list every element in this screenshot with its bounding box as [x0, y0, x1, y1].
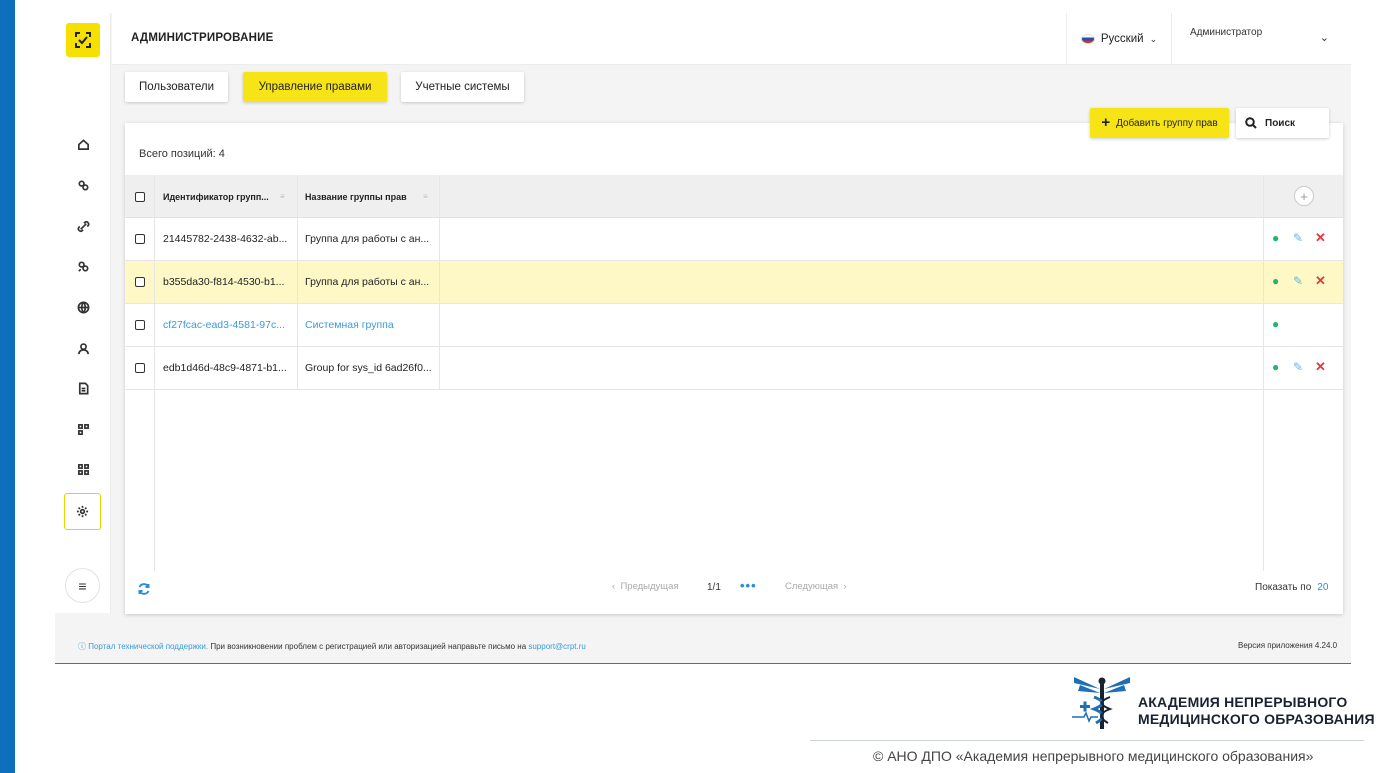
support-email-link[interactable]: support@crpt.ru — [528, 642, 585, 651]
sidebar: ≡ — [55, 13, 111, 613]
nav-globe-icon[interactable] — [73, 297, 93, 317]
user-menu-chevron-icon[interactable]: ⌄ — [1320, 31, 1329, 44]
rights-groups-table-card: Всего позиций: 4 Идентификатор групп... … — [125, 123, 1343, 614]
hamburger-icon: ≡ — [78, 577, 87, 594]
prev-page-button[interactable]: ‹ Предыдущая — [612, 581, 679, 592]
nav-chain-icon[interactable] — [73, 216, 93, 236]
column-divider — [297, 175, 298, 390]
delete-x-icon[interactable]: ✕ — [1315, 273, 1326, 289]
table-header: Идентификатор групп... ≡ Название группы… — [125, 175, 1343, 218]
nav-link-icon[interactable] — [73, 175, 93, 195]
academy-caduceus-logo — [1072, 677, 1130, 729]
group-id-cell[interactable]: cf27fcac-ead3-4581-97c... — [163, 319, 285, 331]
left-accent-strip — [0, 0, 15, 773]
view-eye-icon[interactable]: ● — [1272, 231, 1279, 245]
footer-divider — [55, 663, 1351, 664]
nav-modules-icon[interactable] — [73, 419, 93, 439]
view-eye-icon[interactable]: ● — [1272, 317, 1279, 331]
support-text: При возникновении проблем с регистрацией… — [208, 642, 529, 651]
more-pages-icon[interactable]: ••• — [740, 578, 757, 593]
group-id-cell: b355da30-f814-4530-b1... — [163, 276, 285, 288]
russia-flag-icon — [1080, 34, 1095, 44]
academy-name-line2: МЕДИЦИНСКОГО ОБРАЗОВАНИЯ — [1138, 711, 1375, 727]
group-name-cell: Группа для работы с ан... — [305, 276, 430, 288]
delete-x-icon[interactable]: ✕ — [1315, 230, 1326, 246]
group-name-cell[interactable]: Системная группа — [305, 319, 394, 331]
search-button[interactable]: Поиск — [1236, 108, 1329, 138]
row-checkbox[interactable] — [135, 320, 145, 330]
app-window: ≡ АДМИНИСТРИРОВАНИЕ Русский ⌄ Администра… — [55, 13, 1351, 663]
refresh-icon[interactable] — [137, 582, 151, 596]
tab-rights-management[interactable]: Управление правами — [243, 72, 387, 102]
prev-page-label: Предыдущая — [620, 581, 679, 592]
table-row[interactable]: b355da30-f814-4530-b1... Группа для рабо… — [125, 261, 1343, 304]
row-checkbox[interactable] — [135, 363, 145, 373]
row-checkbox[interactable] — [135, 277, 145, 287]
page-indicator: 1/1 — [707, 582, 721, 593]
column-header-id[interactable]: Идентификатор групп... — [163, 192, 269, 202]
search-label: Поиск — [1265, 117, 1296, 129]
next-page-button[interactable]: Следующая › — [785, 581, 847, 592]
chevron-down-icon: ⌄ — [1149, 33, 1158, 44]
table-row[interactable]: cf27fcac-ead3-4581-97c... Системная груп… — [125, 304, 1343, 347]
column-divider — [1263, 175, 1264, 571]
row-checkbox[interactable] — [135, 234, 145, 244]
tab-accounting-systems[interactable]: Учетные системы — [401, 72, 524, 102]
user-name[interactable]: Администратор — [1190, 27, 1262, 38]
tab-users[interactable]: Пользователи — [125, 72, 228, 102]
plus-icon: + — [1300, 188, 1308, 204]
column-divider — [154, 175, 155, 571]
language-label: Русский — [1100, 33, 1144, 45]
group-name-cell: Group for sys_id 6ad26f0... — [305, 362, 432, 374]
credit-divider — [810, 740, 1364, 741]
add-rights-group-button[interactable]: + Добавить группу прав — [1090, 108, 1229, 138]
logo-icon — [75, 32, 91, 48]
page-size-value[interactable]: 20 — [1317, 582, 1328, 593]
top-header: АДМИНИСТРИРОВАНИЕ Русский ⌄ Администрато… — [112, 13, 1351, 65]
view-eye-icon[interactable]: ● — [1272, 360, 1279, 374]
page-title: АДМИНИСТРИРОВАНИЕ — [131, 32, 274, 44]
next-page-label: Следующая — [785, 581, 839, 592]
support-note: ⓘ Портал технической поддержки. При возн… — [78, 641, 586, 652]
app-version: Версия приложения 4.24.0 — [1238, 641, 1338, 650]
add-rights-group-label: Добавить группу прав — [1116, 117, 1218, 129]
search-icon — [1245, 117, 1257, 129]
page-size-selector[interactable]: Показать по 20 — [1255, 582, 1328, 593]
menu-toggle-button[interactable]: ≡ — [65, 568, 100, 603]
nav-document-icon[interactable] — [73, 378, 93, 398]
sort-id-icon[interactable]: ≡ — [280, 192, 285, 201]
support-portal-link[interactable]: ⓘ Портал технической поддержки. — [78, 642, 208, 651]
view-eye-icon[interactable]: ● — [1272, 274, 1279, 288]
copyright-credit: © АНО ДПО «Академия непрерывного медицин… — [873, 748, 1314, 764]
nav-grid-icon[interactable] — [73, 459, 93, 479]
edit-pencil-icon[interactable]: ✎ — [1293, 231, 1303, 245]
column-header-name[interactable]: Название группы прав — [305, 192, 407, 202]
group-name-cell: Группа для работы с ан... — [305, 233, 430, 245]
support-portal-label: Портал технической поддержки. — [88, 642, 209, 651]
edit-pencil-icon[interactable]: ✎ — [1293, 274, 1303, 288]
delete-x-icon[interactable]: ✕ — [1315, 359, 1326, 375]
group-id-cell: 21445782-2438-4632-ab... — [163, 233, 288, 245]
nav-home-icon[interactable] — [73, 134, 93, 154]
total-count: Всего позиций: 4 — [139, 148, 225, 160]
plus-icon: + — [1101, 113, 1111, 131]
group-id-cell: edb1d46d-48c9-4871-b1... — [163, 362, 287, 374]
page-size-label: Показать по — [1255, 582, 1312, 593]
select-all-checkbox[interactable] — [135, 192, 145, 202]
language-select[interactable]: Русский ⌄ — [1066, 13, 1172, 65]
table-row[interactable]: edb1d46d-48c9-4871-b1... Group for sys_i… — [125, 347, 1343, 390]
sort-name-icon[interactable]: ≡ — [423, 192, 428, 201]
add-column-button[interactable]: + — [1294, 186, 1314, 206]
academy-name: АКАДЕМИЯ НЕПРЕРЫВНОГО МЕДИЦИНСКОГО ОБРАЗ… — [1138, 694, 1375, 728]
nav-user-icon[interactable] — [73, 338, 93, 358]
column-divider — [439, 175, 440, 390]
edit-pencil-icon[interactable]: ✎ — [1293, 360, 1303, 374]
nav-gear-icon[interactable] — [64, 493, 101, 530]
academy-name-line1: АКАДЕМИЯ НЕПРЕРЫВНОГО — [1138, 694, 1348, 710]
nav-unlink-icon[interactable] — [73, 256, 93, 276]
app-logo[interactable] — [66, 23, 100, 57]
table-row[interactable]: 21445782-2438-4632-ab... Группа для рабо… — [125, 218, 1343, 261]
